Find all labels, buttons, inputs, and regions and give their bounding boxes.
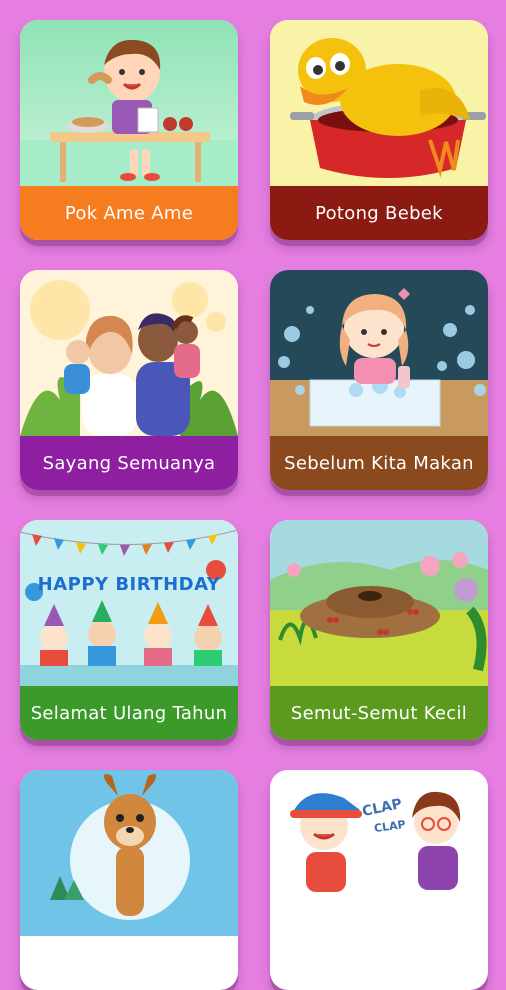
girl-washing-hands-illustration <box>270 270 488 436</box>
deer-illustration <box>20 770 238 936</box>
song-grid: Pok Ame Ame Potong Bebek Sayang Semuanya… <box>0 0 506 990</box>
song-title: Sebelum Kita Makan <box>270 436 488 490</box>
birthday-kids-illustration: HAPPY BIRTHDAY <box>20 520 238 686</box>
ant-hill-illustration <box>270 520 488 686</box>
song-title: Sayang Semuanya <box>20 436 238 490</box>
girl-eating-illustration <box>20 20 238 186</box>
duck-in-pot-illustration <box>270 20 488 186</box>
song-card-selamat-ulang-tahun[interactable]: HAPPY BIRTHDAY Selamat Ulang Tahun <box>20 520 238 740</box>
kids-clapping-illustration: CLAP CLAP <box>270 770 488 936</box>
song-card-deer[interactable] <box>20 770 238 990</box>
song-title: Selamat Ulang Tahun <box>20 686 238 740</box>
song-title: Potong Bebek <box>270 186 488 240</box>
song-card-sayang-semuanya[interactable]: Sayang Semuanya <box>20 270 238 490</box>
song-title: Pok Ame Ame <box>20 186 238 240</box>
song-title: Semut-Semut Kecil <box>270 686 488 740</box>
song-card-pok-ame-ame[interactable]: Pok Ame Ame <box>20 20 238 240</box>
birthday-banner-text: HAPPY BIRTHDAY <box>37 574 221 595</box>
song-card-clap[interactable]: CLAP CLAP <box>270 770 488 990</box>
song-card-sebelum-kita-makan[interactable]: Sebelum Kita Makan <box>270 270 488 490</box>
family-illustration <box>20 270 238 436</box>
song-card-semut-semut-kecil[interactable]: Semut-Semut Kecil <box>270 520 488 740</box>
song-card-potong-bebek[interactable]: Potong Bebek <box>270 20 488 240</box>
